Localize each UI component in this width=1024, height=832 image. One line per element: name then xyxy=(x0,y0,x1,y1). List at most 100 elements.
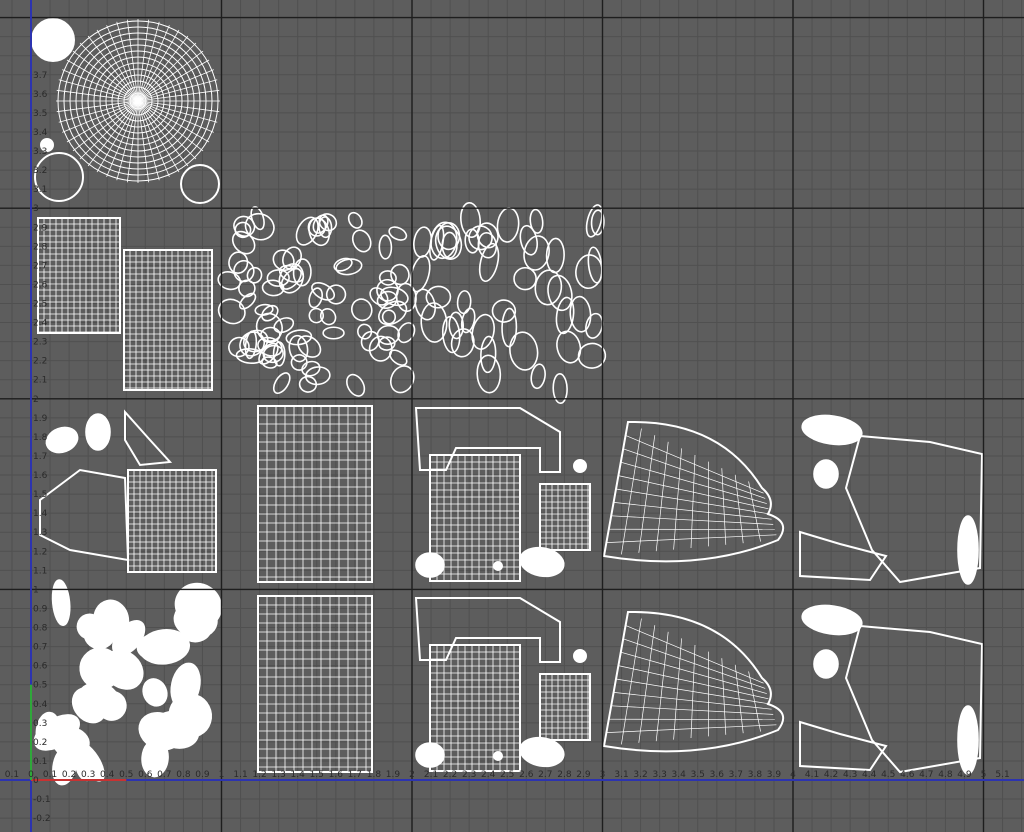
v-tick-label: 3.1 xyxy=(33,185,47,195)
small-disc-shell[interactable] xyxy=(31,18,75,62)
v-tick-label: 1.5 xyxy=(33,490,47,500)
limb-piece-lower[interactable] xyxy=(813,649,839,679)
u-tick-label: 4 xyxy=(790,770,796,780)
small-disc-shell[interactable] xyxy=(180,164,220,204)
uv-editor-viewport[interactable]: 0.2 0.1 0 0.1 0.2 0.3 0.4 0.5 0.6 0.7 0.8 0.9 1 1.1 1.… xyxy=(0,0,1024,832)
u-tick-label: 4.5 xyxy=(881,770,895,780)
v-tick-label: 3 xyxy=(33,204,39,214)
wing-panel-lower[interactable] xyxy=(602,610,785,753)
scale-shell[interactable] xyxy=(389,263,410,286)
u-tick-label: 0.6 xyxy=(138,770,153,780)
scale-shell[interactable] xyxy=(496,207,520,243)
scale-shell[interactable] xyxy=(231,213,258,240)
scale-shell[interactable] xyxy=(349,227,374,254)
v-tick-label: 1.4 xyxy=(33,509,48,519)
u-tick-label: 4.3 xyxy=(843,770,857,780)
u-tick-label: 3.6 xyxy=(710,770,725,780)
eye-shell-right[interactable] xyxy=(123,249,213,391)
head-piece[interactable] xyxy=(43,423,81,456)
u-tick-label: 2.6 xyxy=(519,770,534,780)
u-tick-label: 2.4 xyxy=(481,770,496,780)
scale-shell[interactable] xyxy=(412,287,438,322)
scale-shell[interactable] xyxy=(378,270,397,286)
u-tick-label: 2.7 xyxy=(538,770,552,780)
torso-piece-lower[interactable] xyxy=(415,742,445,768)
u-tick-label: 3 xyxy=(600,770,606,780)
u-tick-label: 5.1 xyxy=(995,770,1009,780)
scale-shell[interactable] xyxy=(376,324,401,346)
limb-foot-lower[interactable] xyxy=(799,720,888,772)
scale-shell[interactable] xyxy=(245,266,263,285)
limb-piece-upper[interactable] xyxy=(813,459,839,489)
v-tick-label: 2.2 xyxy=(33,357,47,367)
v-tick-label: 3.2 xyxy=(33,166,47,176)
u-tick-label: 0.4 xyxy=(100,770,115,780)
head-piece[interactable] xyxy=(85,413,111,451)
v-tick-label: 2.1 xyxy=(33,376,47,386)
scale-shell[interactable] xyxy=(529,208,544,234)
u-tick-label: 1.1 xyxy=(233,770,247,780)
scale-shell[interactable] xyxy=(387,347,409,368)
scale-shell[interactable] xyxy=(584,312,605,340)
scale-shell[interactable] xyxy=(322,326,345,340)
scale-shell[interactable] xyxy=(513,266,537,291)
torso-piece-upper[interactable] xyxy=(415,552,445,578)
torso-patch-lower[interactable] xyxy=(539,673,591,741)
u-tick-label: 1.9 xyxy=(386,770,401,780)
head-shell-packed[interactable] xyxy=(51,579,72,626)
v-tick-label: 1.3 xyxy=(33,528,47,538)
torso-dot-upper[interactable] xyxy=(493,561,503,571)
u-tick-label: 0.2 xyxy=(62,770,76,780)
u-tick-label: 2.1 xyxy=(424,770,438,780)
u-tick-label: 2.5 xyxy=(500,770,514,780)
radial-sphere-shell[interactable] xyxy=(56,19,220,183)
scale-shell[interactable] xyxy=(307,286,325,309)
scale-shell[interactable] xyxy=(381,309,397,325)
scale-shell[interactable] xyxy=(270,370,293,396)
u-tick-label: 3.3 xyxy=(652,770,666,780)
scale-shell[interactable] xyxy=(464,228,480,254)
torso-dot-lower[interactable] xyxy=(573,649,587,663)
uv-axes xyxy=(0,0,1024,832)
scale-shell[interactable] xyxy=(378,234,393,260)
u-tick-label: 3.7 xyxy=(729,770,743,780)
u-tick-label: 1 xyxy=(219,770,225,780)
u-tick-label: 3.8 xyxy=(748,770,763,780)
u-tick-label: 0.3 xyxy=(81,770,95,780)
u-tick-label: 4.6 xyxy=(900,770,915,780)
v-tick-label: 0 xyxy=(33,776,39,786)
u-tick-label: 1.3 xyxy=(271,770,285,780)
head-piece[interactable] xyxy=(124,409,173,467)
u-tick-label: 1.6 xyxy=(329,770,344,780)
v-tick-label: 1.2 xyxy=(33,547,47,557)
v-tick-label: 1.7 xyxy=(33,452,47,462)
scale-shell[interactable] xyxy=(569,295,592,333)
v-tick-label: 1.9 xyxy=(33,414,48,424)
u-tick-label: 0.1 xyxy=(5,770,19,780)
eye-shell-right-border xyxy=(123,249,213,391)
v-tick-label: 2 xyxy=(33,395,39,405)
torso-dot-upper[interactable] xyxy=(573,459,587,473)
u-tick-label: 2.9 xyxy=(576,770,591,780)
u-tick-label: 2.8 xyxy=(557,770,572,780)
v-tick-label: 0.3 xyxy=(33,719,47,729)
u-tick-label: 1.4 xyxy=(291,770,306,780)
scale-shell[interactable] xyxy=(343,372,368,400)
u-tick-label: 3.4 xyxy=(672,770,687,780)
uv-shells[interactable] xyxy=(29,18,984,787)
u-tick-label: 2 xyxy=(409,770,415,780)
limb-piece-upper[interactable] xyxy=(957,515,979,585)
wing-panel-upper[interactable] xyxy=(602,420,785,563)
limb-foot-upper[interactable] xyxy=(799,530,888,582)
head-shell-packed[interactable] xyxy=(139,675,171,709)
torso-patch-lower-border xyxy=(539,673,591,741)
torso-dot-lower[interactable] xyxy=(493,751,503,761)
limb-piece-lower[interactable] xyxy=(800,602,863,638)
v-tick-label: 2.6 xyxy=(33,280,48,290)
v-tick-label: 3.6 xyxy=(33,90,48,100)
v-tick-label: 0.6 xyxy=(33,662,48,672)
head-side-shell[interactable] xyxy=(39,468,130,562)
scale-shell[interactable] xyxy=(349,296,375,323)
u-tick-label: 0.1 xyxy=(43,770,57,780)
limb-piece-lower[interactable] xyxy=(957,705,979,775)
